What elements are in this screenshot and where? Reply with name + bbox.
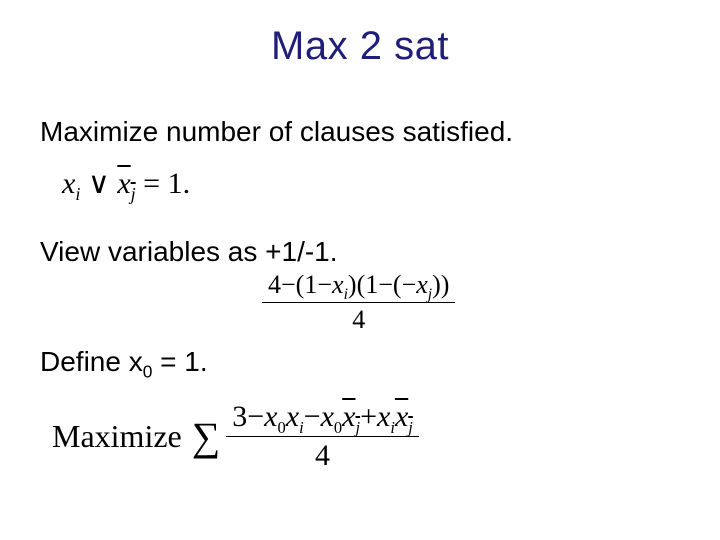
obj-xib: x [377,400,390,433]
equals: = [143,167,160,200]
num-close2: )) [432,270,449,299]
num-xj: x [416,270,428,299]
word-maximize: Maximize [52,418,182,455]
obj-x0a: x [264,400,277,433]
obj-x0b: x [321,400,334,433]
obj-plus: + [360,400,377,433]
fraction-bar [262,302,455,303]
obj-xjbar-a-x: x [342,400,355,433]
obj-3: 3 [232,400,247,433]
or-operator: ∨ [88,167,110,200]
fraction-numerator: 4−(1−xi)(1−(−xj)) [262,270,455,300]
objective-numerator: 3−x0xi−x0xj+xixj [226,400,419,434]
objective-denominator: 4 [226,439,419,473]
text-define: Define x0 = 1. [40,346,208,378]
num-open1: (1 [296,270,318,299]
var-xj-bar-x: x [117,167,130,200]
obj-xjbar-b-sub: j [408,418,413,437]
slide-title: Max 2 sat [0,24,720,69]
define-post: = 1. [152,346,207,377]
obj-xjbar-b-x: x [395,400,408,433]
sub-i: i [75,184,80,204]
var-xi: x [62,167,75,200]
period: . [183,167,191,200]
num-neg: − [402,270,417,299]
text-view: View variables as +1/-1. [40,236,338,268]
text-maximize: Maximize number of clauses satisfied. [40,116,513,148]
num-minus-b: − [317,270,332,299]
equation-fraction: 4−(1−xi)(1−(−xj)) 4 [262,270,455,335]
num-minus-c: − [378,270,393,299]
num-close1: )(1 [348,270,378,299]
var-xj-bar: xj [117,167,135,200]
slide: Max 2 sat Maximize number of clauses sat… [0,0,720,540]
sigma-icon: ∑ [192,417,221,457]
rhs-one: 1 [168,167,183,200]
define-sub: 0 [143,362,153,382]
obj-xjbar-b: xj [395,400,413,434]
num-4: 4 [268,270,281,299]
obj-xia: x [286,400,299,433]
obj-minus-a: − [247,400,264,433]
obj-xjbar-a: xj [342,400,360,434]
fraction-denominator: 4 [262,305,455,335]
equation-objective: Maximize ∑ 3−x0xi−x0xj+xixj 4 [52,400,419,473]
obj-sub0a: 0 [278,418,286,437]
num-open2: ( [393,270,402,299]
obj-sub0b: 0 [334,418,342,437]
num-xi: x [332,270,344,299]
num-minus-a: − [281,270,296,299]
sub-j: j [131,184,136,204]
define-pre: Define x [40,346,143,377]
obj-minus-b: − [304,400,321,433]
equation-clause: xi ∨ xj = 1. [62,166,190,201]
objective-fraction: 3−x0xi−x0xj+xixj 4 [226,400,419,473]
